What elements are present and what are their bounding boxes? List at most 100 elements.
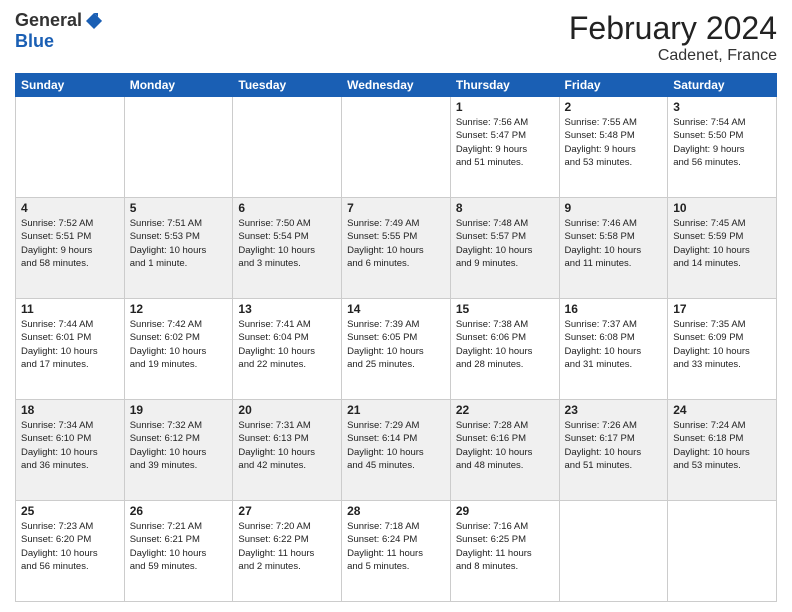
day-info: Sunrise: 7:39 AM Sunset: 6:05 PM Dayligh… [347, 318, 445, 371]
calendar-week-row: 25 Sunrise: 7:23 AM Sunset: 6:20 PM Dayli… [16, 501, 777, 602]
day-info: Sunrise: 7:48 AM Sunset: 5:57 PM Dayligh… [456, 217, 554, 270]
logo-icon [84, 11, 104, 31]
table-row: 13Sunrise: 7:41 AM Sunset: 6:04 PM Dayli… [233, 299, 342, 400]
table-row [233, 97, 342, 198]
day-info: Sunrise: 7:20 AM Sunset: 6:22 PM Dayligh… [238, 520, 336, 573]
day-info: Sunrise: 7:32 AM Sunset: 6:12 PM Dayligh… [130, 419, 228, 472]
location: Cadenet, France [569, 47, 777, 65]
table-row: 21Sunrise: 7:29 AM Sunset: 6:14 PM Dayli… [342, 400, 451, 501]
day-info: Sunrise: 7:49 AM Sunset: 5:55 PM Dayligh… [347, 217, 445, 270]
day-number: 14 [347, 302, 445, 316]
header: General Blue February 2024 Cadenet, Fran… [15, 10, 777, 65]
table-row: 20Sunrise: 7:31 AM Sunset: 6:13 PM Dayli… [233, 400, 342, 501]
day-number: 28 [347, 504, 445, 518]
day-number: 5 [130, 201, 228, 215]
day-number: 11 [21, 302, 119, 316]
table-row: 25 Sunrise: 7:23 AM Sunset: 6:20 PM Dayli… [16, 501, 125, 602]
day-number: 6 [238, 201, 336, 215]
day-info: Sunrise: 7:56 AM Sunset: 5:47 PM Dayligh… [456, 116, 554, 169]
col-sunday: Sunday [16, 74, 125, 97]
calendar-week-row: 1 Sunrise: 7:56 AM Sunset: 5:47 PM Daylig… [16, 97, 777, 198]
day-info: Sunrise: 7:41 AM Sunset: 6:04 PM Dayligh… [238, 318, 336, 371]
day-info: Sunrise: 7:31 AM Sunset: 6:13 PM Dayligh… [238, 419, 336, 472]
day-number: 12 [130, 302, 228, 316]
table-row: 12 Sunrise: 7:42 AM Sunset: 6:02 PM Dayli… [124, 299, 233, 400]
table-row: 19 Sunrise: 7:32 AM Sunset: 6:12 PM Dayli… [124, 400, 233, 501]
day-number: 26 [130, 504, 228, 518]
day-number: 25 [21, 504, 119, 518]
table-row: 10Sunrise: 7:45 AM Sunset: 5:59 PM Dayli… [668, 198, 777, 299]
col-saturday: Saturday [668, 74, 777, 97]
calendar-header-row: Sunday Monday Tuesday Wednesday Thursday… [16, 74, 777, 97]
table-row: 22Sunrise: 7:28 AM Sunset: 6:16 PM Dayli… [450, 400, 559, 501]
day-number: 27 [238, 504, 336, 518]
table-row: 7 Sunrise: 7:49 AM Sunset: 5:55 PM Daylig… [342, 198, 451, 299]
day-info: Sunrise: 7:23 AM Sunset: 6:20 PM Dayligh… [21, 520, 119, 573]
day-number: 16 [565, 302, 663, 316]
table-row: 9Sunrise: 7:46 AM Sunset: 5:58 PM Daylig… [559, 198, 668, 299]
day-info: Sunrise: 7:26 AM Sunset: 6:17 PM Dayligh… [565, 419, 663, 472]
table-row: 4 Sunrise: 7:52 AM Sunset: 5:51 PM Daylig… [16, 198, 125, 299]
day-info: Sunrise: 7:35 AM Sunset: 6:09 PM Dayligh… [673, 318, 771, 371]
day-number: 29 [456, 504, 554, 518]
day-number: 2 [565, 100, 663, 114]
day-number: 4 [21, 201, 119, 215]
day-number: 21 [347, 403, 445, 417]
table-row [124, 97, 233, 198]
table-row: 8 Sunrise: 7:48 AM Sunset: 5:57 PM Daylig… [450, 198, 559, 299]
col-tuesday: Tuesday [233, 74, 342, 97]
table-row: 15Sunrise: 7:38 AM Sunset: 6:06 PM Dayli… [450, 299, 559, 400]
table-row [668, 501, 777, 602]
day-info: Sunrise: 7:52 AM Sunset: 5:51 PM Dayligh… [21, 217, 119, 270]
day-number: 18 [21, 403, 119, 417]
day-number: 8 [456, 201, 554, 215]
day-number: 24 [673, 403, 771, 417]
table-row: 5 Sunrise: 7:51 AM Sunset: 5:53 PM Daylig… [124, 198, 233, 299]
day-info: Sunrise: 7:44 AM Sunset: 6:01 PM Dayligh… [21, 318, 119, 371]
day-number: 23 [565, 403, 663, 417]
day-info: Sunrise: 7:42 AM Sunset: 6:02 PM Dayligh… [130, 318, 228, 371]
title-section: February 2024 Cadenet, France [569, 10, 777, 65]
table-row: 14 Sunrise: 7:39 AM Sunset: 6:05 PM Dayli… [342, 299, 451, 400]
day-number: 15 [456, 302, 554, 316]
table-row [559, 501, 668, 602]
day-info: Sunrise: 7:37 AM Sunset: 6:08 PM Dayligh… [565, 318, 663, 371]
table-row: 6 Sunrise: 7:50 AM Sunset: 5:54 PM Daylig… [233, 198, 342, 299]
calendar-week-row: 4 Sunrise: 7:52 AM Sunset: 5:51 PM Daylig… [16, 198, 777, 299]
calendar-week-row: 11 Sunrise: 7:44 AM Sunset: 6:01 PM Dayli… [16, 299, 777, 400]
col-monday: Monday [124, 74, 233, 97]
table-row: 16 Sunrise: 7:37 AM Sunset: 6:08 PM Dayli… [559, 299, 668, 400]
col-wednesday: Wednesday [342, 74, 451, 97]
day-info: Sunrise: 7:16 AM Sunset: 6:25 PM Dayligh… [456, 520, 554, 573]
day-number: 7 [347, 201, 445, 215]
table-row: 18Sunrise: 7:34 AM Sunset: 6:10 PM Dayli… [16, 400, 125, 501]
table-row: 28 Sunrise: 7:18 AM Sunset: 6:24 PM Dayli… [342, 501, 451, 602]
day-info: Sunrise: 7:18 AM Sunset: 6:24 PM Dayligh… [347, 520, 445, 573]
table-row: 27 Sunrise: 7:20 AM Sunset: 6:22 PM Dayli… [233, 501, 342, 602]
logo: General Blue [15, 10, 104, 52]
page: General Blue February 2024 Cadenet, Fran… [0, 0, 792, 612]
day-info: Sunrise: 7:51 AM Sunset: 5:53 PM Dayligh… [130, 217, 228, 270]
day-number: 1 [456, 100, 554, 114]
table-row [342, 97, 451, 198]
day-info: Sunrise: 7:55 AM Sunset: 5:48 PM Dayligh… [565, 116, 663, 169]
day-info: Sunrise: 7:54 AM Sunset: 5:50 PM Dayligh… [673, 116, 771, 169]
table-row: 3 Sunrise: 7:54 AM Sunset: 5:50 PM Daylig… [668, 97, 777, 198]
logo-general-text: General [15, 10, 82, 31]
day-info: Sunrise: 7:28 AM Sunset: 6:16 PM Dayligh… [456, 419, 554, 472]
table-row: 1 Sunrise: 7:56 AM Sunset: 5:47 PM Daylig… [450, 97, 559, 198]
month-title: February 2024 [569, 10, 777, 47]
calendar-week-row: 18Sunrise: 7:34 AM Sunset: 6:10 PM Dayli… [16, 400, 777, 501]
table-row: 17 Sunrise: 7:35 AM Sunset: 6:09 PM Dayli… [668, 299, 777, 400]
day-number: 19 [130, 403, 228, 417]
table-row: 26Sunrise: 7:21 AM Sunset: 6:21 PM Dayli… [124, 501, 233, 602]
calendar-table: Sunday Monday Tuesday Wednesday Thursday… [15, 73, 777, 602]
day-number: 17 [673, 302, 771, 316]
col-thursday: Thursday [450, 74, 559, 97]
day-info: Sunrise: 7:50 AM Sunset: 5:54 PM Dayligh… [238, 217, 336, 270]
table-row [16, 97, 125, 198]
day-number: 3 [673, 100, 771, 114]
day-info: Sunrise: 7:24 AM Sunset: 6:18 PM Dayligh… [673, 419, 771, 472]
day-info: Sunrise: 7:45 AM Sunset: 5:59 PM Dayligh… [673, 217, 771, 270]
table-row: 11 Sunrise: 7:44 AM Sunset: 6:01 PM Dayli… [16, 299, 125, 400]
